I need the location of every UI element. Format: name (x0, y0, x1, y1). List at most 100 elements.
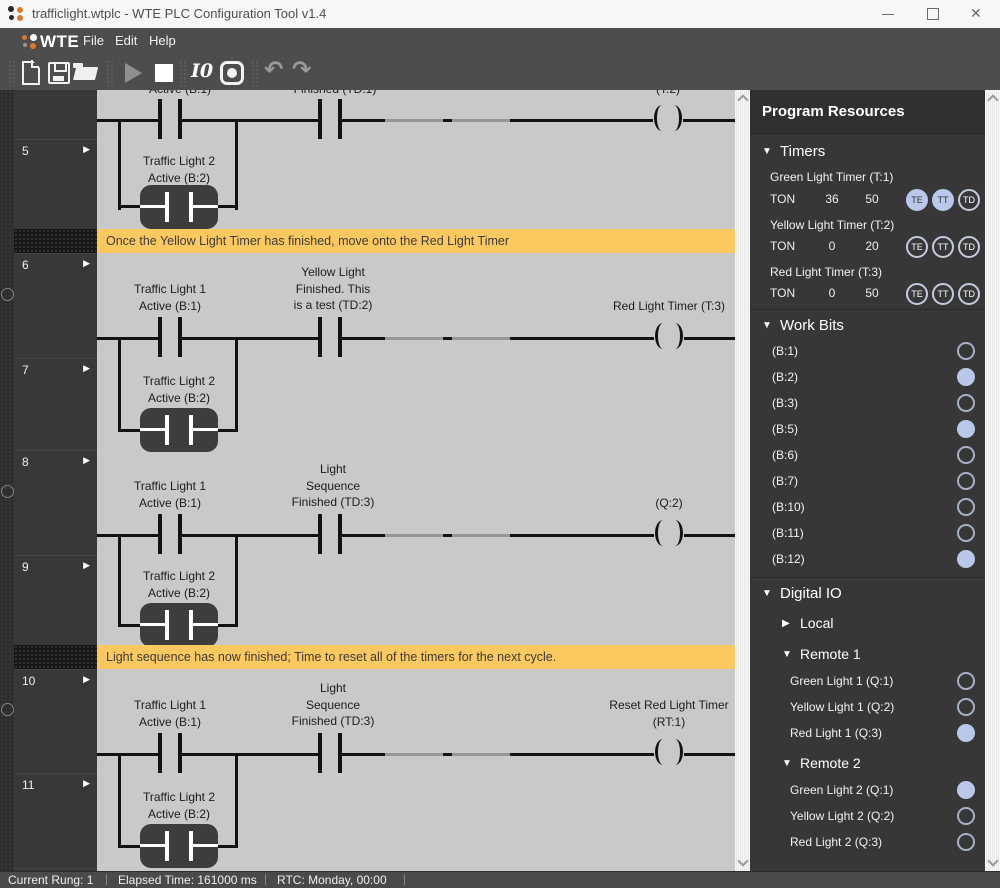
contact-symbol[interactable] (158, 99, 182, 139)
section-remote-2[interactable]: ▼ Remote 2 (750, 754, 985, 776)
contact-symbol[interactable] (158, 317, 182, 357)
rung-number: 5 (22, 144, 29, 158)
rung-cell-10[interactable]: 10 ▶ (14, 669, 97, 773)
rung-cell-9[interactable]: 9 ▶ (14, 555, 97, 645)
bit-indicator[interactable] (957, 420, 975, 438)
monitor-button[interactable] (218, 59, 246, 87)
io-indicator[interactable] (957, 698, 975, 716)
rung-cell-7[interactable]: 7 ▶ (14, 358, 97, 450)
coil-symbol[interactable] (654, 519, 684, 549)
run-to-rung-icon[interactable]: ▶ (83, 455, 90, 466)
section-remote-1[interactable]: ▼ Remote 1 (750, 645, 985, 667)
maximize-button[interactable] (911, 0, 955, 28)
run-button[interactable] (118, 59, 146, 87)
active-contact-symbol[interactable] (140, 408, 218, 452)
active-contact-symbol[interactable] (140, 185, 218, 229)
rung-cell-5[interactable]: 5 ▶ (14, 139, 97, 229)
section-work-bits[interactable]: ▼ Work Bits (750, 316, 985, 338)
bit-indicator[interactable] (957, 498, 975, 516)
run-to-rung-icon[interactable]: ▶ (83, 258, 90, 269)
coil-symbol[interactable] (653, 104, 683, 134)
chevron-down-icon[interactable]: ▼ (782, 758, 792, 769)
chevron-down-icon[interactable]: ▼ (762, 146, 772, 157)
run-to-rung-icon[interactable]: ▶ (83, 363, 90, 374)
run-to-rung-icon[interactable]: ▶ (83, 144, 90, 155)
redo-button[interactable]: ↷ (290, 59, 318, 87)
open-button[interactable] (71, 59, 99, 87)
close-button[interactable]: ✕ (956, 0, 1000, 28)
rung-cell-8[interactable]: 8 ▶ (14, 450, 97, 555)
contact-symbol[interactable] (318, 514, 342, 554)
contact-symbol[interactable] (318, 733, 342, 773)
rung-marker-icon[interactable] (1, 288, 14, 301)
rung-marker-icon[interactable] (1, 485, 14, 498)
ladder-canvas[interactable]: Active (B:1) Finished (TD:1) (T:2) Traff… (97, 90, 735, 871)
menu-help[interactable]: Help (149, 33, 176, 48)
scroll-up-icon[interactable] (737, 94, 748, 105)
branch-wire (118, 845, 142, 848)
chevron-down-icon[interactable]: ▼ (762, 320, 772, 331)
bit-indicator[interactable] (957, 524, 975, 542)
scroll-down-icon[interactable] (737, 855, 748, 866)
timer-flag-td[interactable]: TD (958, 283, 980, 305)
stop-button[interactable] (150, 59, 178, 87)
new-file-button[interactable] (17, 59, 45, 87)
chevron-down-icon[interactable]: ▼ (762, 588, 772, 599)
bit-indicator[interactable] (957, 342, 975, 360)
sidebar-scrollbar[interactable] (985, 90, 1000, 871)
run-to-rung-icon[interactable]: ▶ (83, 778, 90, 789)
timer-flag-td[interactable]: TD (958, 236, 980, 258)
rung-cell[interactable] (14, 90, 97, 139)
coil-symbol[interactable] (654, 738, 684, 768)
timer-flag-tt[interactable]: TT (932, 189, 954, 211)
timer-flag-tt[interactable]: TT (932, 236, 954, 258)
active-contact-symbol[interactable] (140, 824, 218, 868)
timer-flag-te[interactable]: TE (906, 283, 928, 305)
section-digital-io[interactable]: ▼ Digital IO (750, 584, 985, 606)
branch-contact-label: Traffic Light 2 Active (B:2) (119, 153, 239, 186)
rung-marker-icon[interactable] (1, 703, 14, 716)
bit-indicator[interactable] (957, 446, 975, 464)
bit-indicator[interactable] (957, 472, 975, 490)
scroll-up-icon[interactable] (987, 94, 998, 105)
section-timers[interactable]: ▼ Timers (750, 142, 985, 164)
bit-indicator[interactable] (957, 394, 975, 412)
run-to-rung-icon[interactable]: ▶ (83, 560, 90, 571)
menu-file[interactable]: File (83, 33, 104, 48)
timer-flag-td[interactable]: TD (958, 189, 980, 211)
scroll-down-icon[interactable] (987, 855, 998, 866)
chevron-right-icon[interactable]: ▶ (782, 618, 790, 629)
coil-symbol[interactable] (654, 322, 684, 352)
rung-cell-6[interactable]: 6 ▶ (14, 253, 97, 358)
ladder-scrollbar[interactable] (735, 90, 750, 871)
contact-symbol[interactable] (158, 514, 182, 554)
contact-symbol[interactable] (158, 733, 182, 773)
rung-comment[interactable]: Once the Yellow Light Timer has finished… (97, 229, 735, 253)
minimize-button[interactable] (866, 0, 910, 28)
io-indicator[interactable] (957, 724, 975, 742)
timer-flag-te[interactable]: TE (906, 189, 928, 211)
timer-flag-tt[interactable]: TT (932, 283, 954, 305)
io-config-button[interactable]: I0 (191, 59, 219, 87)
section-title: Timers (780, 143, 825, 160)
contact-symbol[interactable] (318, 99, 342, 139)
bit-indicator[interactable] (957, 368, 975, 386)
timer-value: 36 (812, 192, 852, 206)
io-indicator[interactable] (957, 672, 975, 690)
undo-button[interactable]: ↶ (262, 59, 290, 87)
rung-comment[interactable]: Light sequence has now finished; Time to… (97, 645, 735, 669)
save-button[interactable] (45, 59, 73, 87)
run-to-rung-icon[interactable]: ▶ (83, 674, 90, 685)
menu-edit[interactable]: Edit (115, 33, 137, 48)
rung-cell-11[interactable]: 11 ▶ (14, 773, 97, 868)
minimize-icon (882, 14, 894, 15)
timer-flag-te[interactable]: TE (906, 236, 928, 258)
io-indicator[interactable] (957, 781, 975, 799)
contact-symbol[interactable] (318, 317, 342, 357)
chevron-down-icon[interactable]: ▼ (782, 649, 792, 660)
io-indicator[interactable] (957, 807, 975, 825)
bit-indicator[interactable] (957, 550, 975, 568)
io-indicator[interactable] (957, 833, 975, 851)
active-contact-symbol[interactable] (140, 603, 218, 647)
section-local[interactable]: ▶ Local (750, 614, 985, 636)
